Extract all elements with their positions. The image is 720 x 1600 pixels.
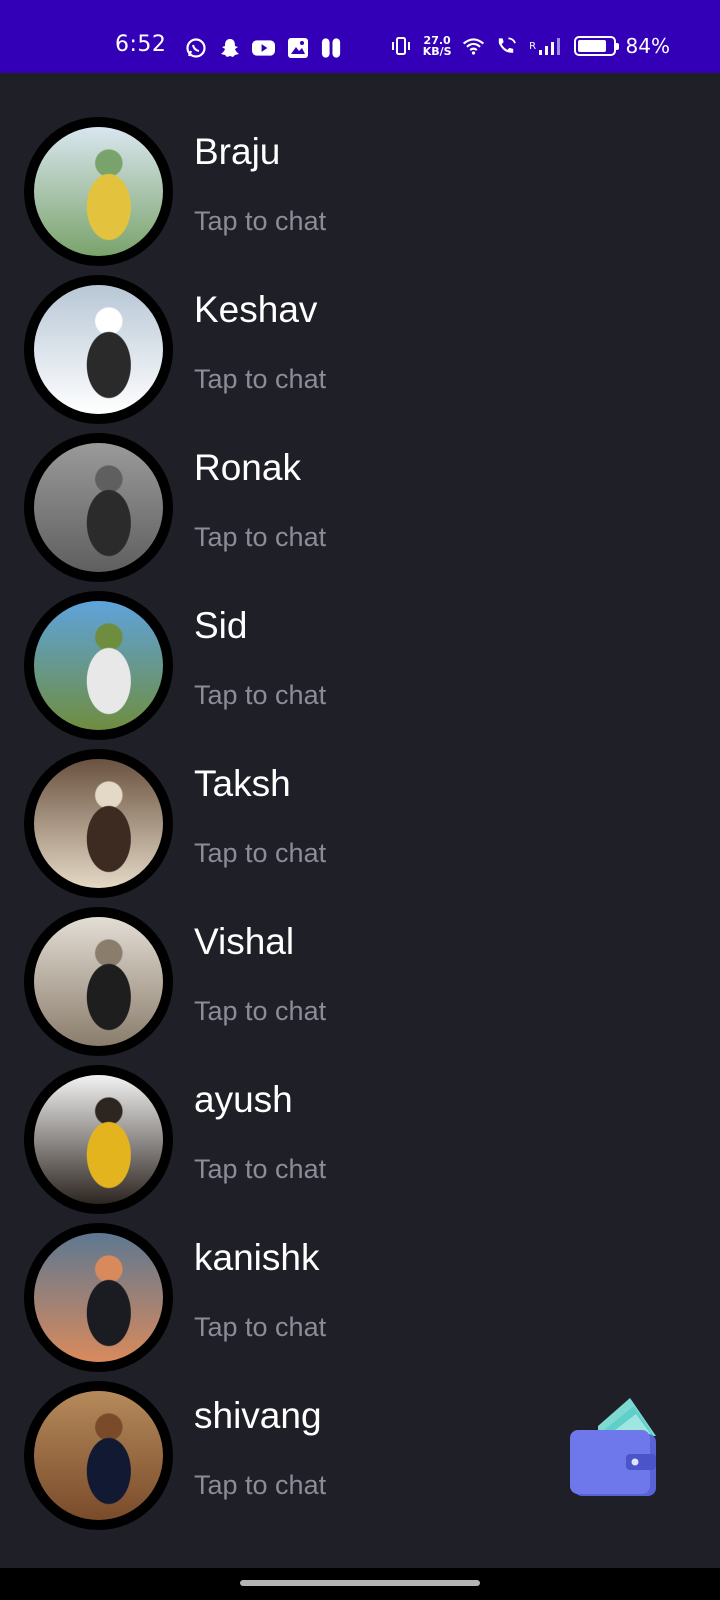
contact-name: kanishk — [194, 1237, 320, 1278]
contact-list: Braju Tap to chat Keshav Tap to chat Ronak Ta… — [0, 73, 720, 1530]
contact-name: ayush — [194, 1079, 293, 1120]
contact-name: Ronak — [194, 447, 301, 488]
contact-row[interactable]: ayush Tap to chat — [0, 1021, 720, 1214]
contact-row[interactable]: Taksh Tap to chat — [0, 705, 720, 898]
gallery-icon — [286, 36, 309, 59]
contact-name: Sid — [194, 605, 248, 646]
contact-row[interactable]: Braju Tap to chat — [0, 73, 720, 266]
contact-row[interactable]: Vishal Tap to chat — [0, 863, 720, 1056]
contact-row[interactable]: kanishk Tap to chat — [0, 1179, 720, 1372]
roaming-label: R — [529, 40, 537, 52]
contact-name: Vishal — [194, 921, 295, 962]
contact-name: shivang — [194, 1395, 322, 1436]
youtube-icon — [252, 36, 275, 59]
battery-level-fill — [577, 40, 607, 52]
contact-subtitle: Tap to chat — [194, 1470, 327, 1500]
contact-avatar[interactable] — [24, 1381, 173, 1530]
contact-name: Taksh — [194, 763, 291, 804]
contact-name: Braju — [194, 131, 281, 172]
wallet-button[interactable] — [568, 1396, 662, 1502]
status-bar: 6:52 27.0 KB/S R 84% — [0, 0, 720, 73]
system-status-icons: 27.0 KB/S R 84% — [390, 34, 670, 58]
wifi-call-icon — [495, 35, 518, 58]
wallet-icon — [570, 1398, 656, 1496]
signal-icon: R — [528, 35, 564, 58]
whatsapp-icon — [184, 36, 207, 59]
battery-icon — [573, 36, 619, 56]
snapchat-icon — [218, 36, 241, 59]
pause-icon — [320, 36, 343, 59]
navigation-bar — [0, 1568, 720, 1600]
notification-icons — [184, 36, 343, 59]
battery-percent: 84% — [625, 34, 670, 58]
contact-row[interactable]: Sid Tap to chat — [0, 547, 720, 740]
wifi-icon — [462, 35, 485, 58]
network-speed: 27.0 KB/S — [423, 35, 452, 57]
network-speed-unit: KB/S — [422, 45, 452, 58]
status-time: 6:52 — [115, 32, 167, 57]
avatar-photo — [34, 1391, 163, 1520]
home-gesture-handle[interactable] — [240, 1580, 480, 1586]
contact-row[interactable]: Ronak Tap to chat — [0, 389, 720, 582]
vibrate-icon — [390, 35, 413, 58]
contact-name: Keshav — [194, 289, 318, 330]
contact-row[interactable]: Keshav Tap to chat — [0, 231, 720, 424]
